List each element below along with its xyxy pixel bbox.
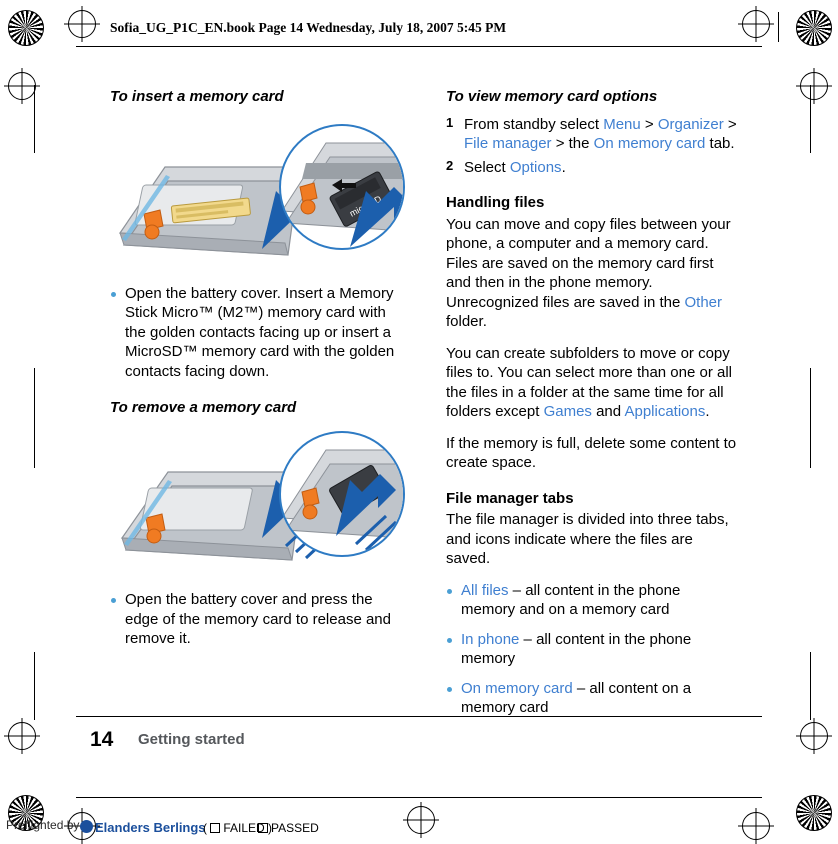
elanders-logo-icon: [80, 820, 93, 833]
right-column: To view memory card options 1 From stand…: [446, 88, 738, 728]
step-2-text: Select Options.: [464, 158, 566, 176]
preflight-label: Preflighted by: [6, 818, 80, 832]
bullet-in-phone: In phone – all content in the phone memo…: [446, 630, 738, 669]
para-file-manager-tabs: The file manager is divided into three t…: [446, 511, 729, 568]
step-2: 2 Select Options.: [446, 158, 738, 178]
bottom-trim-line: [76, 797, 762, 798]
link-other-folder: Other: [684, 293, 722, 311]
insert-instruction-list: Open the battery cover. Insert a Memory …: [110, 284, 398, 382]
heading-handling-files: Handling files: [446, 194, 545, 212]
bullet-all-files: All files – all content in the phone mem…: [446, 581, 738, 620]
left-column: To insert a memory card Open the battery…: [110, 88, 405, 659]
bullet-remove-instruction: Open the battery cover and press the edg…: [110, 590, 398, 649]
footer-divider: [76, 716, 762, 717]
step-2-number: 2: [446, 157, 454, 173]
para-handling-files-1: You can move and copy files between your…: [446, 215, 731, 331]
menu-ref-menu: Menu: [603, 115, 641, 133]
memory-card-insert-illustration: microSD: [110, 115, 405, 270]
heading-view-memory-card-options: To view memory card options: [446, 88, 658, 105]
page-number: 14: [90, 728, 114, 751]
preflight-company: Elanders Berlings: [95, 820, 206, 835]
bullet-on-memory-card: On memory card – all content on a memory…: [446, 679, 738, 718]
bullet-insert-instruction: Open the battery cover. Insert a Memory …: [110, 284, 398, 382]
menu-ref-options: Options: [509, 158, 562, 176]
menu-ref-organizer: Organizer: [657, 115, 724, 133]
checkbox-icon-passed: [258, 823, 268, 833]
heading-file-manager-tabs: File manager tabs: [446, 489, 574, 507]
heading-insert-memory-card: To insert a memory card: [110, 88, 284, 105]
menu-ref-on-memory-card: On memory card: [593, 135, 706, 153]
link-in-phone: In phone: [461, 630, 520, 648]
memory-card-remove-illustration: microSD: [110, 426, 405, 576]
page-content: To insert a memory card Open the battery…: [0, 0, 838, 839]
para-handling-files-3: If the memory is full, delete some conte…: [446, 434, 737, 472]
file-manager-tabs-list: All files – all content in the phone mem…: [446, 581, 738, 718]
view-options-steps: 1 From standby select Menu > Organizer >…: [446, 115, 738, 178]
step-1-number: 1: [446, 114, 454, 130]
link-all-files: All files: [461, 581, 509, 599]
remove-instruction-list: Open the battery cover and press the edg…: [110, 590, 398, 649]
link-games: Games: [543, 403, 592, 421]
step-1-text: From standby select Menu > Organizer > F…: [464, 115, 737, 153]
menu-ref-file-manager: File manager: [464, 135, 552, 153]
link-on-memory-card: On memory card: [461, 679, 573, 697]
preflight-passed-checkbox: PASSED: [258, 821, 319, 835]
para-handling-files-2: You can create subfolders to move or cop…: [446, 344, 733, 421]
link-applications: Applications: [624, 403, 706, 421]
footer-chapter-name: Getting started: [138, 731, 245, 748]
checkbox-icon-failed: [210, 823, 221, 833]
heading-remove-memory-card: To remove a memory card: [110, 399, 297, 417]
step-1: 1 From standby select Menu > Organizer >…: [446, 115, 738, 154]
